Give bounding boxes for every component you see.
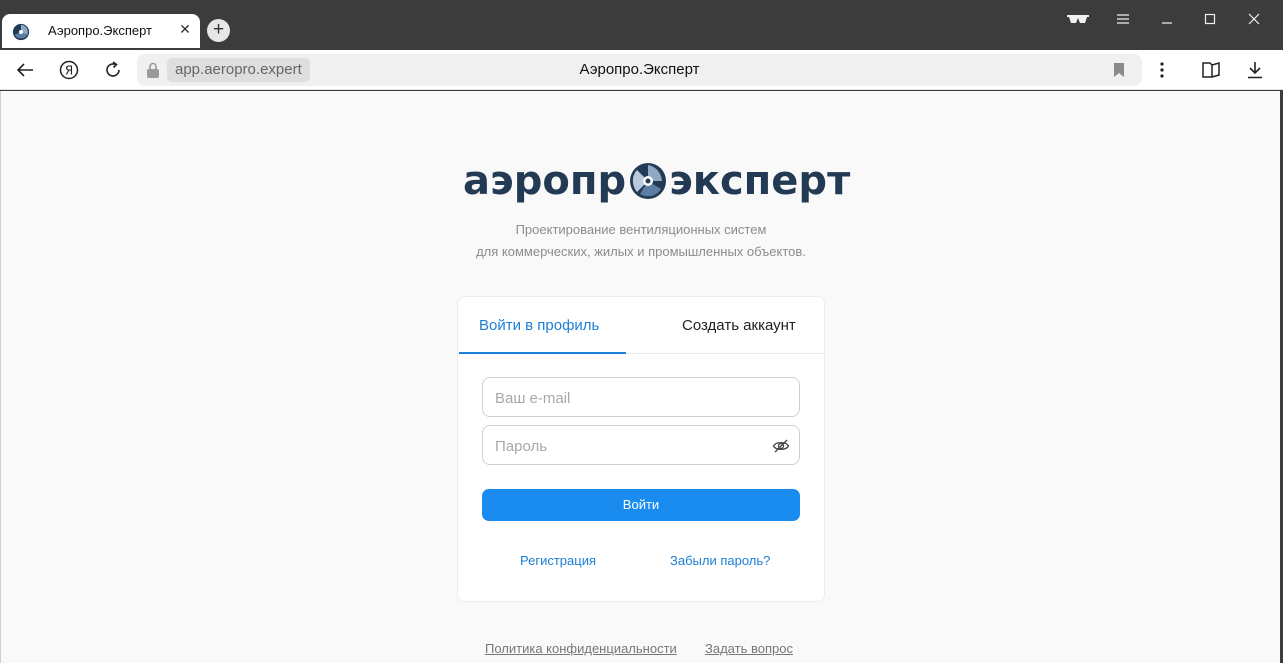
new-tab-button[interactable]: + <box>207 19 230 42</box>
collections-icon[interactable] <box>1199 58 1223 82</box>
minimize-icon[interactable] <box>1155 8 1179 30</box>
tagline-line2: для коммерческих, жилых и промышленных о… <box>476 244 806 259</box>
register-link[interactable]: Регистрация <box>520 553 596 568</box>
browser-tab[interactable]: Аэропро.Эксперт ✕ <box>2 14 200 48</box>
browser-titlebar: Аэропро.Эксперт ✕ + <box>0 0 1283 50</box>
menu-icon[interactable] <box>1111 8 1135 30</box>
tab-login[interactable]: Войти в профиль <box>479 297 599 354</box>
tab-register[interactable]: Создать аккаунт <box>682 297 796 354</box>
fan-logo-icon <box>630 163 667 199</box>
aeropro-logo: аэропр эксперт <box>463 158 851 204</box>
auth-tabs: Войти в профиль Создать аккаунт <box>458 297 824 354</box>
eye-slash-icon[interactable] <box>772 437 790 455</box>
login-button[interactable]: Войти <box>482 489 800 521</box>
tagline-line1: Проектирование вентиляционных систем <box>515 222 767 237</box>
password-input[interactable] <box>495 436 765 456</box>
maximize-icon[interactable] <box>1198 8 1222 30</box>
privacy-policy-link[interactable]: Политика конфиденциальности <box>485 641 677 656</box>
email-field[interactable] <box>482 377 800 417</box>
password-field[interactable] <box>482 425 800 465</box>
logo-text-part2: эксперт <box>669 158 851 204</box>
tab-close-icon[interactable]: ✕ <box>178 22 192 36</box>
yandex-icon[interactable]: Я <box>57 58 81 82</box>
more-options-icon[interactable] <box>1150 58 1174 82</box>
browser-toolbar: Я app.aeropro.expert Аэропро.Эксперт <box>0 50 1283 90</box>
svg-text:Я: Я <box>65 64 73 78</box>
logo-text-part1: аэропр <box>463 158 627 204</box>
bookmark-icon[interactable] <box>1112 62 1126 78</box>
site-favicon-icon <box>12 23 30 41</box>
tab-title: Аэропро.Эксперт <box>48 23 153 38</box>
back-arrow-icon[interactable] <box>13 58 37 82</box>
reader-mode-icon[interactable] <box>1066 8 1090 30</box>
download-icon[interactable] <box>1243 58 1267 82</box>
page-content: аэропр эксперт Проектирование вентиляцио… <box>0 91 1280 663</box>
close-window-icon[interactable] <box>1242 8 1266 30</box>
address-bar[interactable]: app.aeropro.expert Аэропро.Эксперт <box>137 54 1142 86</box>
page-title: Аэропро.Эксперт <box>579 61 700 78</box>
active-tab-indicator <box>459 352 626 354</box>
ask-question-link[interactable]: Задать вопрос <box>705 641 793 656</box>
forgot-password-link[interactable]: Забыли пароль? <box>670 553 770 568</box>
email-input[interactable] <box>495 388 765 408</box>
reload-icon[interactable] <box>101 58 125 82</box>
auth-card: Войти в профиль Создать аккаунт Войти Ре… <box>457 296 825 602</box>
